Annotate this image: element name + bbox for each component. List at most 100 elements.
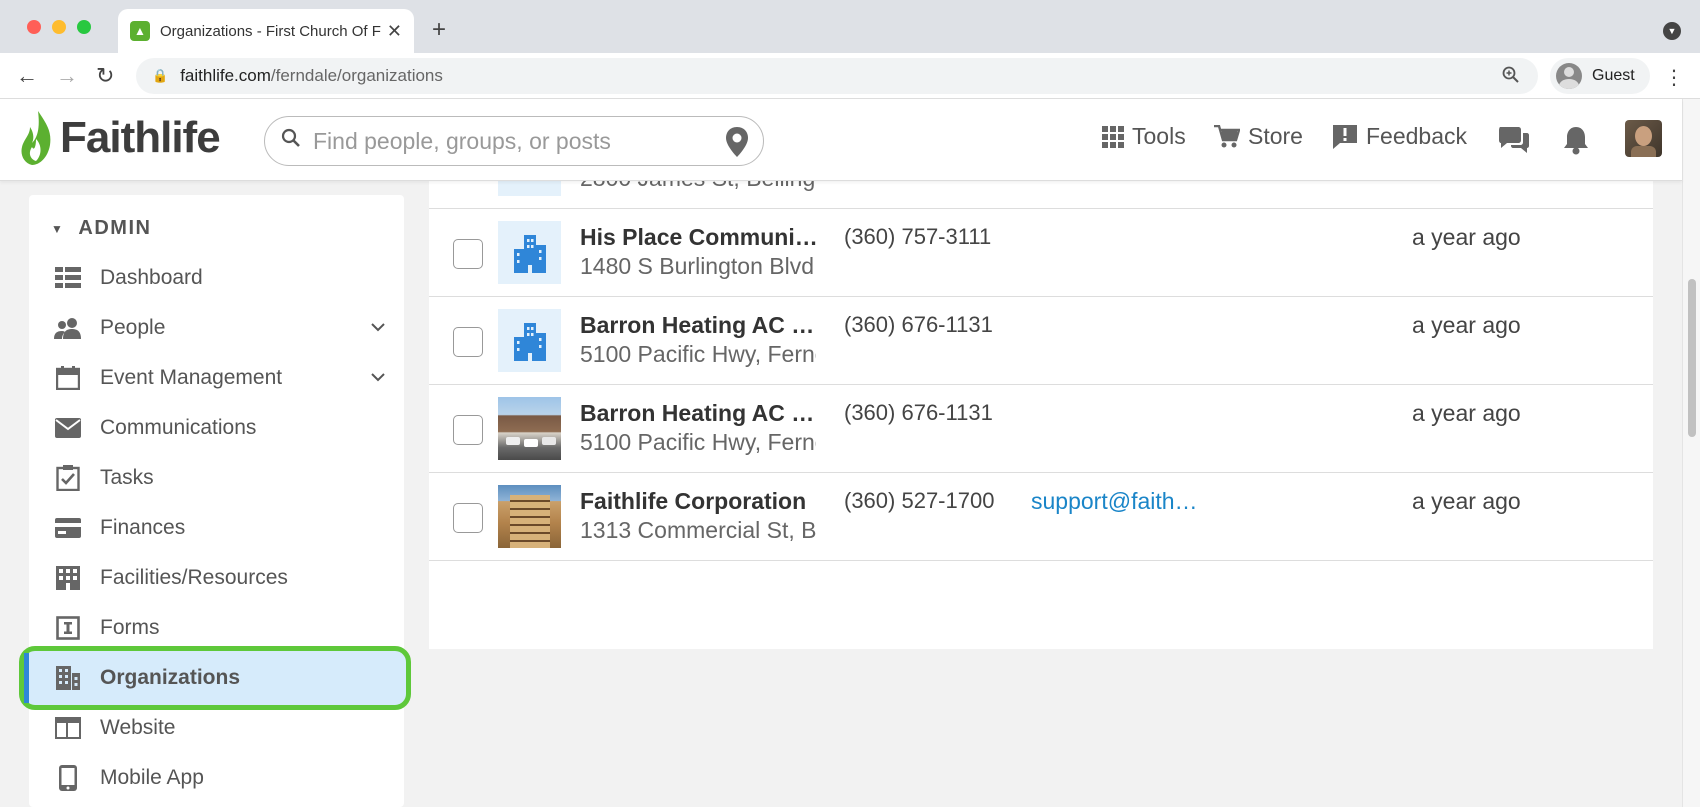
chat-icon[interactable] xyxy=(1498,125,1530,160)
browser-menu-icon[interactable]: ⋮ xyxy=(1664,65,1684,90)
faithlife-logo[interactable]: Faithlife xyxy=(18,109,221,167)
clipboard-check-icon xyxy=(54,464,82,492)
browser-toolbar: ← → ↻ 🔒 faithlife.com/ferndale/organizat… xyxy=(0,53,1700,99)
close-tab-icon[interactable]: ✕ xyxy=(387,21,402,42)
organization-phone: (360) 676-1131 xyxy=(844,312,993,337)
sidebar-item-tasks[interactable]: Tasks xyxy=(29,453,404,503)
table-row[interactable]: Barron Heating AC & Electrical 5100 Paci… xyxy=(429,297,1653,385)
row-checkbox[interactable] xyxy=(453,503,483,533)
building-icon xyxy=(513,234,546,273)
sidebar-item-label: Communications xyxy=(100,416,257,439)
cart-icon xyxy=(1214,124,1240,149)
sidebar-item-people[interactable]: People xyxy=(29,303,404,353)
search-box[interactable] xyxy=(264,116,764,166)
search-input[interactable] xyxy=(313,127,713,155)
maximize-window-button[interactable] xyxy=(77,20,91,34)
store-menu[interactable]: Store xyxy=(1214,123,1303,150)
sidebar-item-label: People xyxy=(100,316,166,339)
website-icon xyxy=(54,714,82,742)
sidebar-item-label: Facilities/Resources xyxy=(100,566,288,589)
lock-icon: 🔒 xyxy=(152,68,169,83)
organization-updated: a year ago xyxy=(1412,312,1521,338)
sidebar-item-website[interactable]: Website xyxy=(29,703,404,753)
app-header: Faithlife Tools Store Feedback xyxy=(0,99,1682,181)
building-grid-icon xyxy=(54,564,82,592)
organization-email-link[interactable]: support@faithlife.com xyxy=(1031,488,1199,515)
table-row[interactable]: Faithlife Corporation 1313 Commercial St… xyxy=(429,473,1653,561)
browser-tab[interactable]: ▲ Organizations - First Church Of Fernda… xyxy=(118,9,414,53)
sidebar-item-label: Forms xyxy=(100,616,160,639)
sidebar-item-finances[interactable]: Finances xyxy=(29,503,404,553)
reload-button[interactable]: ↻ xyxy=(96,63,114,89)
organization-name[interactable]: His Place Community Church xyxy=(580,224,820,251)
sidebar-item-label: Dashboard xyxy=(100,266,203,289)
feedback-menu[interactable]: Feedback xyxy=(1332,123,1467,150)
admin-sidebar: ▼ ADMIN Dashboard People Event Managemen… xyxy=(19,195,411,807)
building-icon xyxy=(513,322,546,361)
organization-name[interactable]: Barron Heating AC & Electrical xyxy=(580,312,820,339)
organization-name[interactable]: Barron Heating AC & Electrical xyxy=(580,400,820,427)
close-window-button[interactable] xyxy=(27,20,41,34)
people-icon xyxy=(54,314,82,342)
tools-menu[interactable]: Tools xyxy=(1102,123,1186,150)
sidebar-item-communications[interactable]: Communications xyxy=(29,403,404,453)
store-label: Store xyxy=(1248,123,1303,149)
url-text: faithlife.com/ferndale/organizations xyxy=(180,66,443,85)
profile-label: Guest xyxy=(1592,67,1635,84)
sidebar-item-dashboard[interactable]: Dashboard xyxy=(29,253,404,303)
organization-name[interactable]: Faithlife Corporation xyxy=(580,488,820,515)
forward-button[interactable]: → xyxy=(56,63,78,89)
organization-updated: a year ago xyxy=(1412,224,1521,250)
admin-section-toggle[interactable]: ▼ ADMIN xyxy=(51,217,151,240)
sidebar-item-label: Tasks xyxy=(100,466,154,489)
minimize-window-button[interactable] xyxy=(52,20,66,34)
address-bar[interactable]: 🔒 faithlife.com/ferndale/organizations xyxy=(136,58,1538,94)
zoom-icon[interactable] xyxy=(1502,66,1520,89)
calendar-icon xyxy=(54,364,82,392)
credit-card-icon xyxy=(54,514,82,542)
user-avatar[interactable] xyxy=(1625,120,1662,157)
sidebar-item-label: Event Management xyxy=(100,366,283,389)
logo-wordmark: Faithlife xyxy=(60,113,221,162)
feedback-label: Feedback xyxy=(1366,123,1468,149)
organization-thumbnail xyxy=(498,221,561,284)
organization-updated: a year ago xyxy=(1412,400,1521,426)
sidebar-item-mobile-app[interactable]: Mobile App xyxy=(29,753,404,803)
organization-photo xyxy=(498,485,561,548)
new-tab-button[interactable]: + xyxy=(432,16,446,44)
page-scrollbar[interactable] xyxy=(1682,99,1700,807)
dashboard-icon xyxy=(54,264,82,292)
form-icon xyxy=(54,614,82,642)
tab-search-icon[interactable]: ▼ xyxy=(1663,22,1681,40)
guest-avatar-icon xyxy=(1556,63,1582,89)
location-pin-icon[interactable] xyxy=(725,126,749,163)
back-button[interactable]: ← xyxy=(16,63,38,89)
chevron-down-icon[interactable] xyxy=(370,317,386,341)
table-row[interactable]: His Place Community Church 1480 S Burlin… xyxy=(429,209,1653,297)
organization-updated: a year ago xyxy=(1412,488,1521,514)
grid-icon xyxy=(1102,125,1124,148)
mobile-icon xyxy=(54,764,82,792)
organization-address: 5100 Pacific Hwy, Ferndale xyxy=(580,341,816,367)
row-checkbox[interactable] xyxy=(453,415,483,445)
sidebar-item-facilities[interactable]: Facilities/Resources xyxy=(29,553,404,603)
envelope-icon xyxy=(54,414,82,442)
bell-icon[interactable] xyxy=(1562,125,1590,160)
organization-phone: (360) 676-1131 xyxy=(844,400,993,425)
flame-logo-icon xyxy=(21,111,51,165)
organization-icon xyxy=(54,664,82,692)
profile-button[interactable]: Guest xyxy=(1550,58,1650,94)
sidebar-item-event-management[interactable]: Event Management xyxy=(29,353,404,403)
sidebar-item-organizations[interactable]: Organizations xyxy=(19,646,411,710)
sidebar-item-label: Finances xyxy=(100,516,186,539)
scrollbar-thumb[interactable] xyxy=(1688,279,1696,437)
tools-label: Tools xyxy=(1132,123,1186,149)
organization-address: 1313 Commercial St, Bellingham xyxy=(580,517,816,543)
organization-address: 5100 Pacific Hwy, Ferndale xyxy=(580,429,816,455)
chevron-down-icon[interactable] xyxy=(370,367,386,391)
organization-phone: (360) 757-3111 xyxy=(844,224,992,249)
row-checkbox[interactable] xyxy=(453,239,483,269)
organization-photo xyxy=(498,397,561,460)
row-checkbox[interactable] xyxy=(453,327,483,357)
table-row[interactable]: Barron Heating AC & Electrical 5100 Paci… xyxy=(429,385,1653,473)
